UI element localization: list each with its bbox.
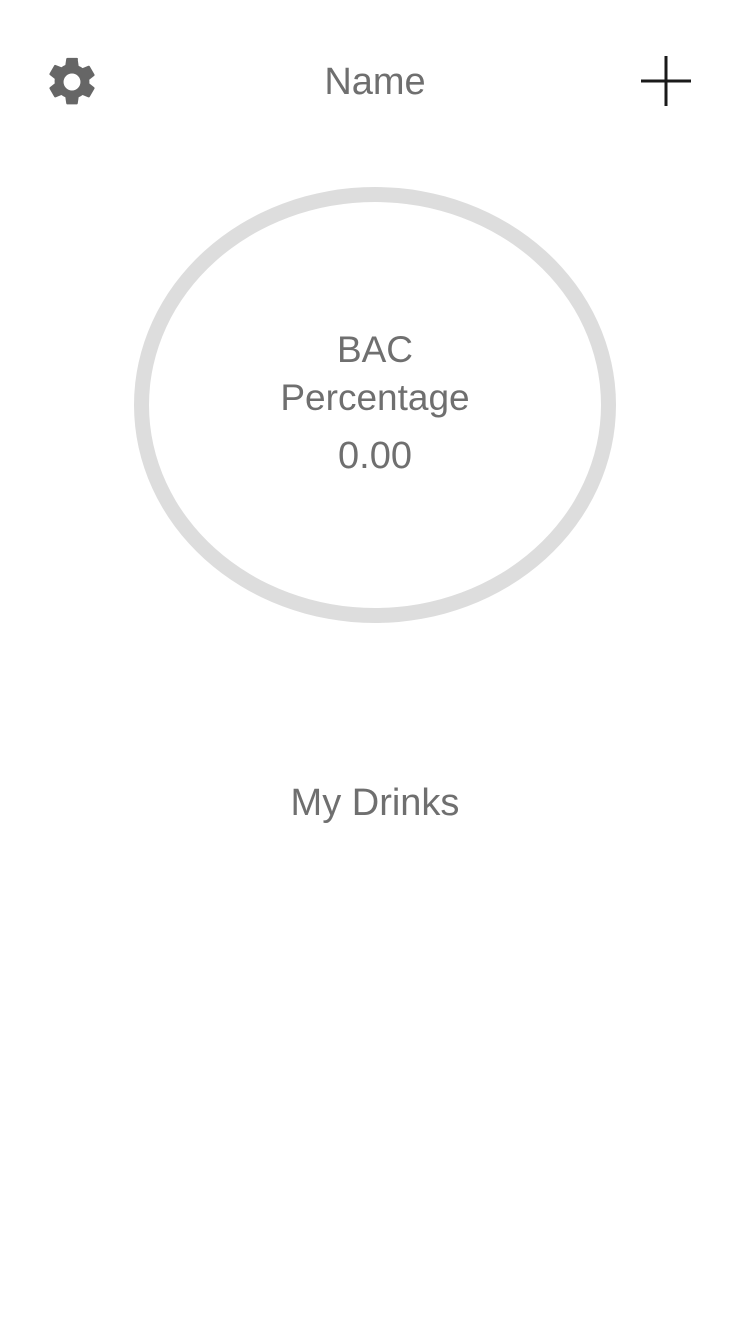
bac-percentage-label: Percentage [280,377,470,418]
add-drink-button[interactable] [634,50,698,114]
bac-value: 0.00 [338,435,412,477]
bac-label: BAC [336,329,414,370]
plus-icon [634,50,698,114]
my-drinks-heading: My Drinks [290,782,460,824]
